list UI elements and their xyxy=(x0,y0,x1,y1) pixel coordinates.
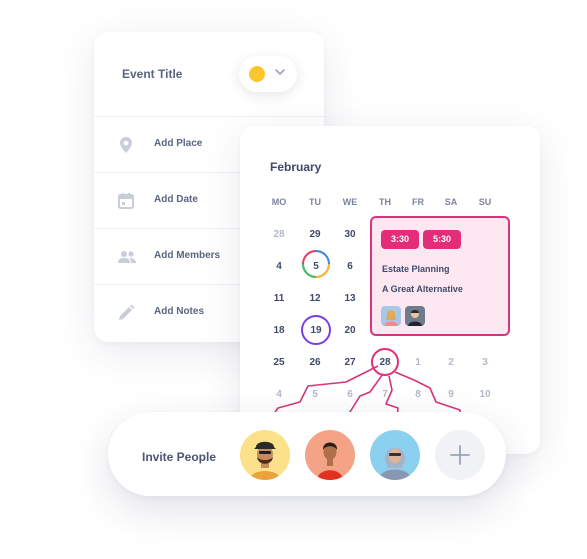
invite-bar: Invite People xyxy=(108,412,506,496)
calendar-day[interactable]: 6 xyxy=(335,261,365,272)
calendar-day[interactable]: 5 xyxy=(300,389,330,400)
add-notes-label: Add Notes xyxy=(154,306,204,317)
weekday-fr: FR xyxy=(412,197,424,207)
calendar-icon xyxy=(116,191,136,211)
calendar-day[interactable]: 8 xyxy=(403,389,433,400)
event-title: Estate Planning xyxy=(382,264,450,274)
calendar-day[interactable]: 29 xyxy=(300,229,330,240)
event-popup[interactable]: 3:30 5:30 Estate Planning A Great Altern… xyxy=(370,216,510,336)
month-title: February xyxy=(270,160,322,174)
attendee-thumb-2[interactable] xyxy=(405,306,425,326)
calendar-day[interactable]: 20 xyxy=(335,325,365,336)
calendar-day[interactable]: 4 xyxy=(264,389,294,400)
calendar-day[interactable]: 18 xyxy=(264,325,294,336)
people-icon xyxy=(116,247,136,267)
calendar-day[interactable]: 4 xyxy=(264,261,294,272)
calendar-day[interactable]: 3 xyxy=(470,357,500,368)
pencil-icon xyxy=(116,303,136,323)
weekday-we: WE xyxy=(342,197,358,207)
event-title-label: Event Title xyxy=(122,67,183,81)
add-members-label: Add Members xyxy=(154,250,221,261)
calendar-day[interactable]: 7 xyxy=(370,389,400,400)
attendee-thumb-1[interactable] xyxy=(381,306,401,326)
avatar-3[interactable] xyxy=(370,430,420,480)
add-person-button[interactable] xyxy=(435,430,485,480)
calendar-day-highlighted[interactable]: 19 xyxy=(301,325,331,336)
calendar-day[interactable]: 6 xyxy=(335,389,365,400)
calendar-card: February MO TU WE TH FR SA SU 28 29 30 4… xyxy=(240,126,540,454)
add-date-label: Add Date xyxy=(154,194,198,205)
weekday-sa: SA xyxy=(444,197,458,207)
add-place-label: Add Place xyxy=(154,138,203,149)
calendar-day[interactable]: 13 xyxy=(335,293,365,304)
calendar-day[interactable]: 9 xyxy=(436,389,466,400)
calendar-day[interactable]: 11 xyxy=(264,293,294,304)
location-pin-icon xyxy=(116,135,136,155)
calendar-day[interactable]: 12 xyxy=(300,293,330,304)
event-subtitle: A Great Alternative xyxy=(382,284,463,294)
weekday-th: TH xyxy=(379,197,391,207)
avatar-2[interactable] xyxy=(305,430,355,480)
calendar-day[interactable]: 25 xyxy=(264,357,294,368)
plus-icon xyxy=(448,443,472,467)
weekday-su: SU xyxy=(478,197,492,207)
calendar-day-invite[interactable]: 28 xyxy=(370,357,400,368)
calendar-day-selected[interactable]: 5 xyxy=(301,261,331,272)
color-swatch xyxy=(249,66,265,82)
calendar-day[interactable]: 2 xyxy=(436,357,466,368)
calendar-day[interactable]: 1 xyxy=(403,357,433,368)
chevron-down-icon xyxy=(274,64,286,80)
calendar-day[interactable]: 27 xyxy=(335,357,365,368)
calendar-day[interactable]: 26 xyxy=(300,357,330,368)
calendar-day[interactable]: 10 xyxy=(470,389,500,400)
color-picker[interactable] xyxy=(239,56,297,92)
time-badge-end[interactable]: 5:30 xyxy=(423,230,461,249)
avatar-1[interactable] xyxy=(240,430,290,480)
invite-people-label: Invite People xyxy=(142,450,217,464)
calendar-day[interactable]: 28 xyxy=(264,229,294,240)
weekday-tu: TU xyxy=(309,197,321,207)
calendar-day[interactable]: 30 xyxy=(335,229,365,240)
time-badge-start[interactable]: 3:30 xyxy=(381,230,419,249)
weekday-mo: MO xyxy=(271,197,287,207)
